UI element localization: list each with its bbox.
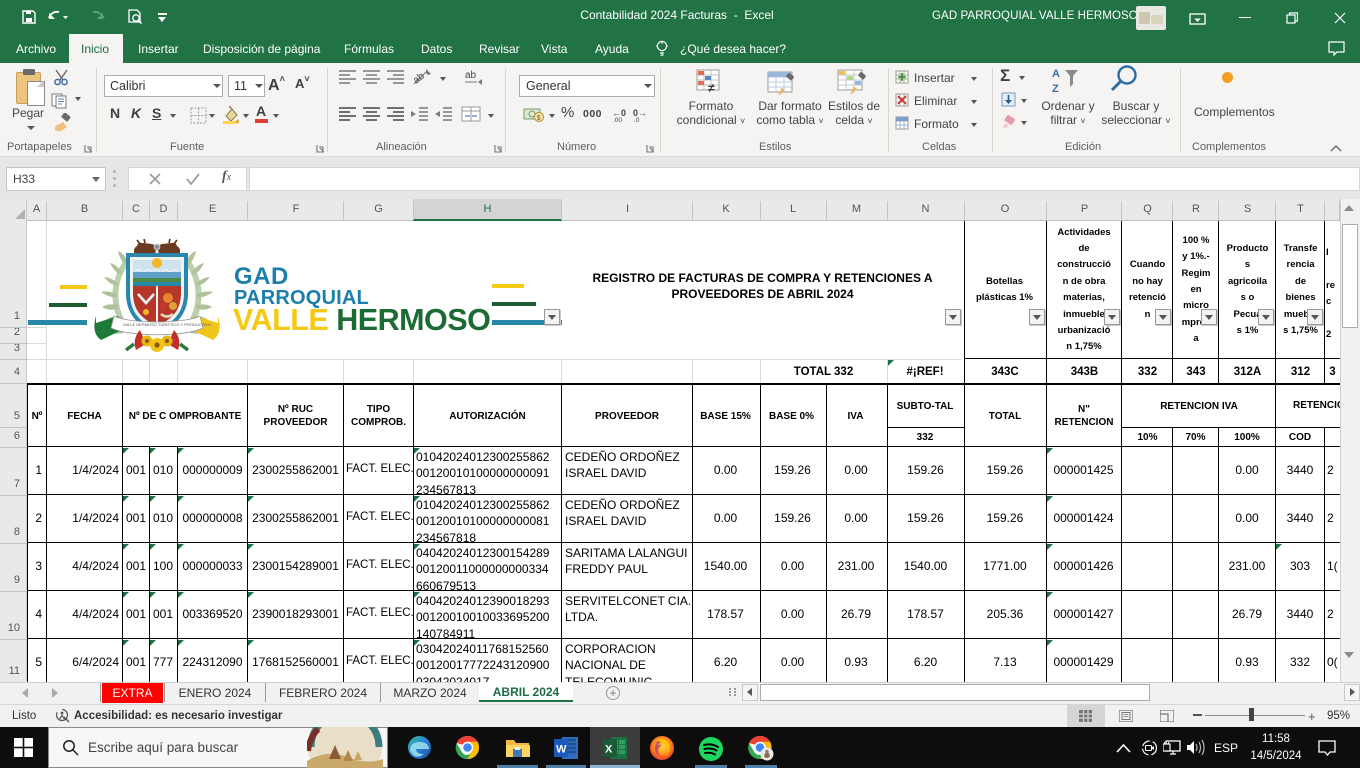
svg-text:≠: ≠ [708,81,715,95]
svg-text:.00: .00 [613,117,622,122]
svg-text:X: X [605,744,613,756]
svg-text:W: W [556,744,567,756]
svg-text:A: A [1052,68,1060,80]
svg-text:.0: .0 [634,117,640,122]
svg-text:Z: Z [1052,83,1059,95]
svg-text:VALLE HERMOSO TURISTICO Y PROD: VALLE HERMOSO TURISTICO Y PRODUCTIVO [123,322,211,327]
svg-text:$: $ [537,115,541,122]
svg-text:ab: ab [465,70,477,81]
